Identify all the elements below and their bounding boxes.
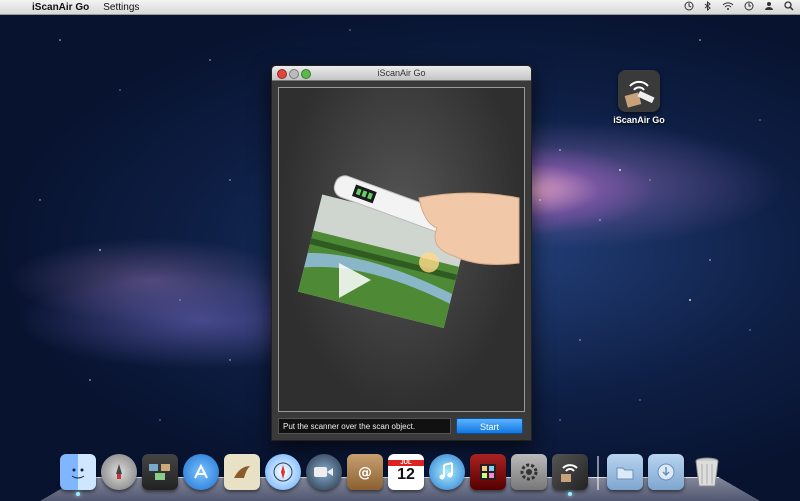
bluetooth-icon[interactable] — [704, 0, 712, 14]
desktop-icon-label: iScanAir Go — [613, 115, 665, 125]
trash-icon[interactable] — [689, 454, 725, 490]
window-title: iScanAir Go — [377, 68, 426, 78]
menu-bar: iScanAir Go Settings — [0, 0, 800, 15]
launchpad-icon[interactable] — [101, 454, 137, 490]
facetime-icon[interactable] — [306, 454, 342, 490]
dock: @ JUL 12 — [60, 446, 730, 496]
address-book-icon[interactable]: @ — [347, 454, 383, 490]
mission-control-icon[interactable] — [142, 454, 178, 490]
scan-preview-area — [278, 87, 525, 412]
status-message: Put the scanner over the scan object. — [278, 418, 451, 434]
svg-text:@: @ — [358, 465, 372, 481]
system-preferences-icon[interactable] — [511, 454, 547, 490]
window-titlebar[interactable]: iScanAir Go — [272, 66, 531, 81]
status-area — [684, 0, 794, 14]
spotlight-search-icon[interactable] — [784, 0, 794, 14]
downloads-folder-icon[interactable] — [648, 454, 684, 490]
ical-icon[interactable]: JUL 12 — [388, 454, 424, 490]
wifi-icon[interactable] — [722, 1, 734, 14]
mail-icon[interactable] — [224, 454, 260, 490]
desktop-icon-iscanair-go[interactable]: iScanAir Go — [612, 70, 666, 125]
photo-booth-icon[interactable] — [470, 454, 506, 490]
time-machine-icon[interactable] — [684, 1, 694, 14]
menu-item-settings[interactable]: Settings — [103, 2, 139, 13]
user-icon[interactable] — [764, 1, 774, 14]
app-store-icon[interactable] — [183, 454, 219, 490]
dock-separator — [597, 456, 599, 490]
iscanair-go-window: iScanAir Go Put the scanner over the sca… — [271, 65, 532, 441]
finder-icon[interactable] — [60, 454, 96, 496]
scanner-illustration — [298, 175, 520, 328]
safari-icon[interactable] — [265, 454, 301, 490]
menu-app-name[interactable]: iScanAir Go — [32, 2, 89, 13]
itunes-icon[interactable] — [429, 454, 465, 490]
iscanair-go-app-icon — [618, 70, 660, 112]
start-button[interactable]: Start — [456, 418, 523, 434]
clock-icon[interactable] — [744, 1, 754, 14]
applications-folder-icon[interactable] — [607, 454, 643, 490]
iscanair-go-icon[interactable] — [552, 454, 588, 496]
